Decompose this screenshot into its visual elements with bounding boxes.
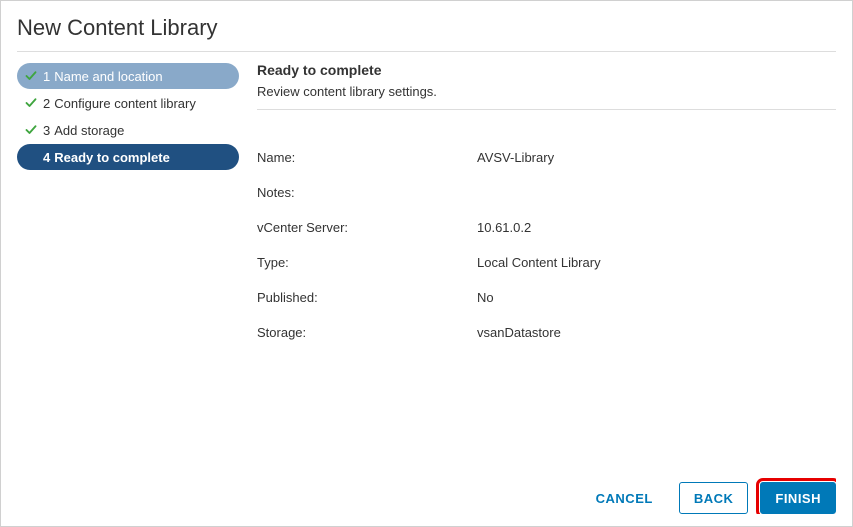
back-button[interactable]: BACK xyxy=(679,482,749,514)
row-name: Name: AVSV-Library xyxy=(257,140,836,175)
value-vcenter: 10.61.0.2 xyxy=(477,220,836,235)
label-storage: Storage: xyxy=(257,325,477,340)
dialog-body: 1 Name and location 2 Configure content … xyxy=(17,60,836,514)
step-label: Name and location xyxy=(54,69,162,84)
check-icon xyxy=(23,124,39,136)
value-storage: vsanDatastore xyxy=(477,325,836,340)
value-published: No xyxy=(477,290,836,305)
footer-buttons: CANCEL BACK FINISH xyxy=(257,474,836,514)
value-name: AVSV-Library xyxy=(477,150,836,165)
value-notes xyxy=(477,185,836,200)
section-subtitle: Review content library settings. xyxy=(257,84,836,110)
check-icon xyxy=(23,70,39,82)
row-type: Type: Local Content Library xyxy=(257,245,836,280)
label-notes: Notes: xyxy=(257,185,477,200)
label-published: Published: xyxy=(257,290,477,305)
step-ready-to-complete[interactable]: 4 Ready to complete xyxy=(17,144,239,170)
step-label: Add storage xyxy=(54,123,124,138)
gap xyxy=(257,110,836,140)
main-panel: Ready to complete Review content library… xyxy=(239,60,836,514)
check-icon xyxy=(23,97,39,109)
finish-button[interactable]: FINISH xyxy=(760,482,836,514)
step-configure-content-library[interactable]: 2 Configure content library xyxy=(17,90,239,116)
row-vcenter: vCenter Server: 10.61.0.2 xyxy=(257,210,836,245)
step-name-and-location[interactable]: 1 Name and location xyxy=(17,63,239,89)
step-label: Configure content library xyxy=(54,96,196,111)
row-published: Published: No xyxy=(257,280,836,315)
cancel-button[interactable]: CANCEL xyxy=(582,482,667,514)
step-add-storage[interactable]: 3 Add storage xyxy=(17,117,239,143)
wizard-steps: 1 Name and location 2 Configure content … xyxy=(17,60,239,514)
section-title: Ready to complete xyxy=(257,62,836,78)
row-notes: Notes: xyxy=(257,175,836,210)
step-label: Ready to complete xyxy=(54,150,170,165)
label-name: Name: xyxy=(257,150,477,165)
dialog-title: New Content Library xyxy=(17,15,836,52)
row-storage: Storage: vsanDatastore xyxy=(257,315,836,350)
label-type: Type: xyxy=(257,255,477,270)
value-type: Local Content Library xyxy=(477,255,836,270)
label-vcenter: vCenter Server: xyxy=(257,220,477,235)
step-num: 1 xyxy=(43,69,50,84)
spacer xyxy=(257,350,836,474)
step-num: 4 xyxy=(43,150,50,165)
step-num: 2 xyxy=(43,96,50,111)
step-num: 3 xyxy=(43,123,50,138)
